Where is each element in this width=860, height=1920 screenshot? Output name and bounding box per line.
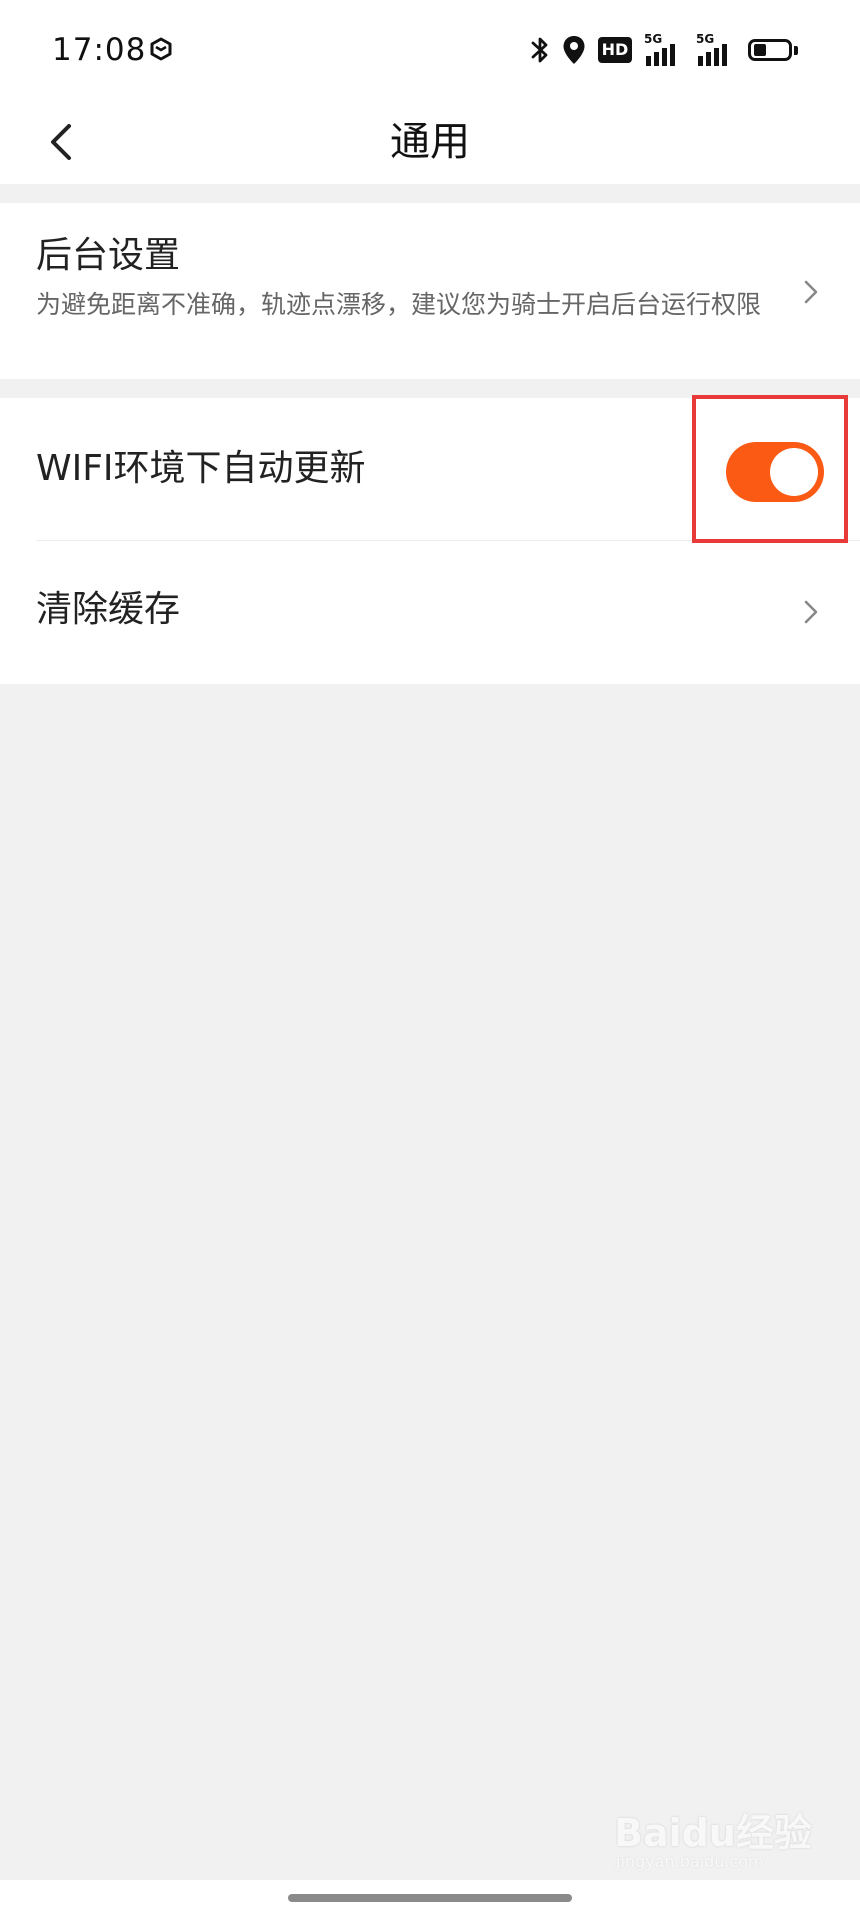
status-icons: HD 5G 5G <box>530 30 800 70</box>
wifi-auto-update-title: WIFI环境下自动更新 <box>36 448 366 489</box>
watermark-logo: Baidu经验 <box>614 1811 812 1855</box>
page-title: 通用 <box>390 119 470 165</box>
background-settings-description: 为避免距离不准确，轨迹点漂移，建议您为骑士开启后台运行权限 <box>36 290 762 319</box>
background-settings-row[interactable]: 后台设置 为避免距离不准确，轨迹点漂移，建议您为骑士开启后台运行权限 <box>0 203 860 379</box>
status-time: 17:08 <box>52 32 147 68</box>
clear-cache-row[interactable]: 清除缓存 <box>0 541 860 684</box>
wifi-auto-update-row: WIFI环境下自动更新 <box>0 398 860 541</box>
battery-icon <box>748 37 800 63</box>
background-settings-title: 后台设置 <box>36 235 181 276</box>
settings-group-general: WIFI环境下自动更新 清除缓存 <box>0 398 860 684</box>
chevron-right-icon <box>804 600 818 624</box>
home-indicator[interactable] <box>288 1894 572 1902</box>
status-bar: 17:08 HD 5G 5G <box>0 0 860 100</box>
wifi-auto-update-toggle[interactable] <box>726 442 824 502</box>
watermark: Baidu经验 jingyan.baidu.com <box>614 1788 814 1878</box>
chevron-right-icon <box>804 280 818 304</box>
signal-icon: 5G <box>644 32 684 66</box>
app-header: 通用 <box>0 100 860 184</box>
bluetooth-icon <box>531 37 548 63</box>
location-icon <box>563 36 585 64</box>
toggle-knob <box>770 448 818 496</box>
clear-cache-title: 清除缓存 <box>36 589 181 630</box>
signal-bars-icon <box>698 44 727 66</box>
watermark-url: jingyan.baidu.com <box>616 1852 764 1871</box>
settings-group-background: 后台设置 为避免距离不准确，轨迹点漂移，建议您为骑士开启后台运行权限 <box>0 203 860 379</box>
signal-bars-icon <box>646 44 675 66</box>
hd-icon: HD <box>598 37 632 63</box>
signal-icon: 5G <box>696 32 736 66</box>
system-nav-bar <box>0 1880 860 1920</box>
app-notification-icon <box>150 37 172 61</box>
